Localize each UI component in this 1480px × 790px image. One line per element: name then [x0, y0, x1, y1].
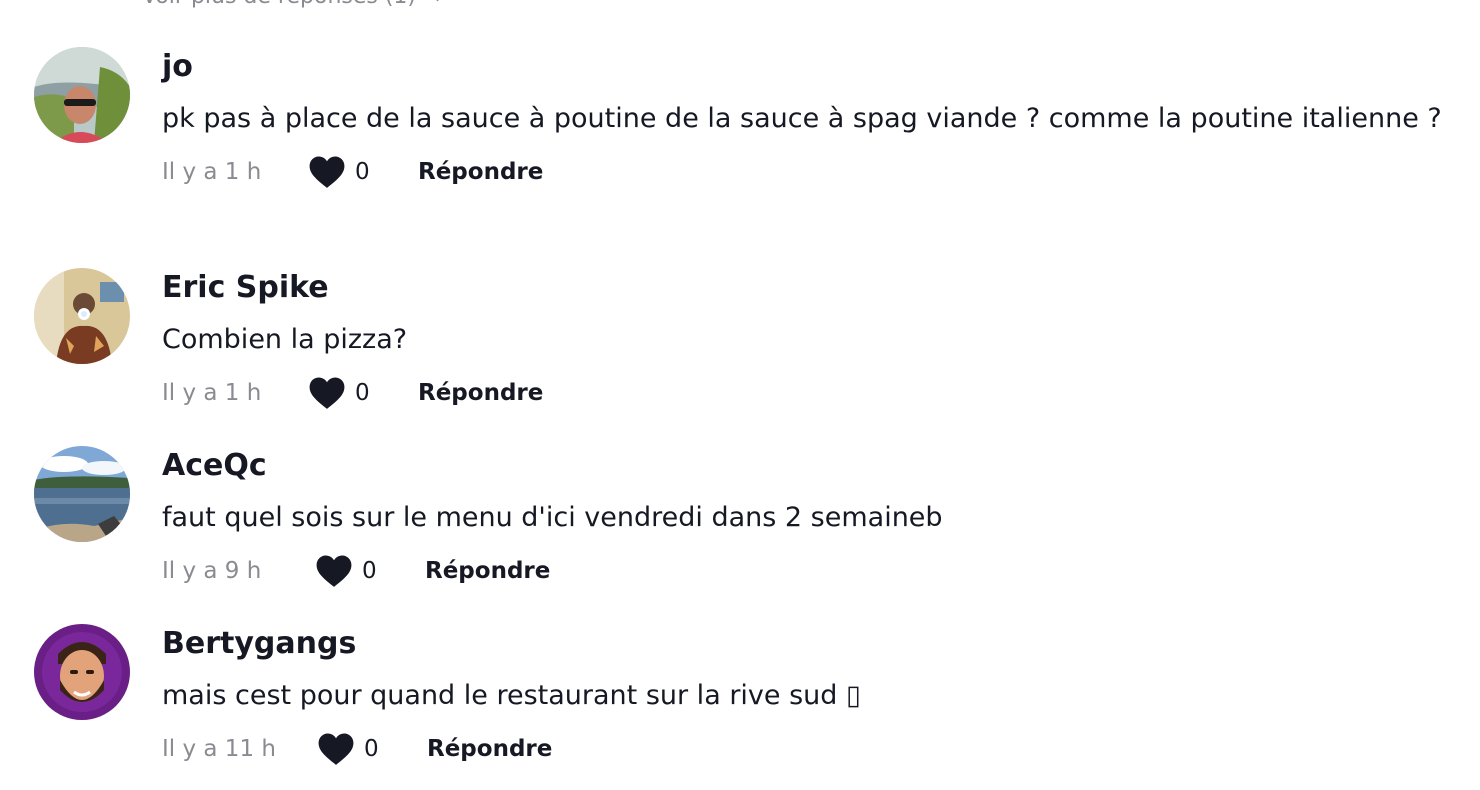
- reply-button[interactable]: Répondre: [427, 736, 552, 762]
- like-button[interactable]: 0: [317, 731, 427, 767]
- view-more-replies-label: Voir plus de réponses (1): [142, 0, 416, 9]
- comment-body: Bertygangs mais cest pour quand le resta…: [162, 624, 1474, 771]
- heart-icon: [309, 377, 345, 409]
- like-count: 0: [355, 159, 370, 185]
- comment-username[interactable]: Bertygangs: [162, 624, 1474, 664]
- like-count: 0: [364, 736, 379, 762]
- comment-text: Combien la pizza?: [162, 324, 408, 355]
- user-avatar-photo-icon: [34, 446, 130, 542]
- reply-button[interactable]: Répondre: [425, 558, 550, 584]
- comment-username[interactable]: jo: [162, 47, 1474, 87]
- reply-button[interactable]: Répondre: [418, 159, 543, 185]
- heart-icon: [316, 555, 352, 587]
- like-button[interactable]: 0: [308, 154, 418, 190]
- chevron-down-icon: [429, 0, 446, 2]
- comment-meta: Il y a 11 h 0 Répondre: [162, 727, 1474, 771]
- comment-text: pk pas à place de la sauce à poutine de …: [162, 103, 1442, 134]
- comment-text: faut quel sois sur le menu d'ici vendred…: [162, 502, 943, 533]
- view-more-replies-link[interactable]: Voir plus de réponses (1): [142, 0, 446, 9]
- avatar[interactable]: [34, 47, 130, 143]
- comment-username[interactable]: AceQc: [162, 446, 1474, 486]
- avatar[interactable]: [34, 446, 130, 542]
- like-count: 0: [355, 380, 370, 406]
- like-button[interactable]: 0: [315, 553, 425, 589]
- like-button[interactable]: 0: [308, 375, 418, 411]
- comment-meta: Il y a 9 h 0 Répondre: [162, 549, 1474, 593]
- comment-timestamp: Il y a 11 h: [162, 736, 276, 762]
- like-count: 0: [362, 558, 377, 584]
- comment-body: AceQc faut quel sois sur le menu d'ici v…: [162, 446, 1474, 593]
- comment-body: Eric Spike Combien la pizza? Il y a 1 h …: [162, 268, 1474, 415]
- comment-timestamp: Il y a 9 h: [162, 558, 262, 584]
- avatar[interactable]: [34, 624, 130, 720]
- comment-timestamp: Il y a 1 h: [162, 380, 262, 406]
- comment-meta: Il y a 1 h 0 Répondre: [162, 150, 1474, 194]
- heart-icon: [309, 156, 345, 188]
- comment-meta: Il y a 1 h 0 Répondre: [162, 371, 1474, 415]
- comment-text: mais cest pour quand le restaurant sur l…: [162, 680, 861, 711]
- avatar[interactable]: [34, 268, 130, 364]
- reply-button[interactable]: Répondre: [418, 380, 543, 406]
- heart-icon: [318, 733, 354, 765]
- comment-timestamp: Il y a 1 h: [162, 159, 262, 185]
- user-avatar-photo-icon: [34, 47, 130, 143]
- user-avatar-photo-icon: [34, 268, 130, 364]
- user-avatar-cartoon-icon: [34, 624, 130, 720]
- comment-username[interactable]: Eric Spike: [162, 268, 1474, 308]
- comment-body: jo pk pas à place de la sauce à poutine …: [162, 47, 1474, 194]
